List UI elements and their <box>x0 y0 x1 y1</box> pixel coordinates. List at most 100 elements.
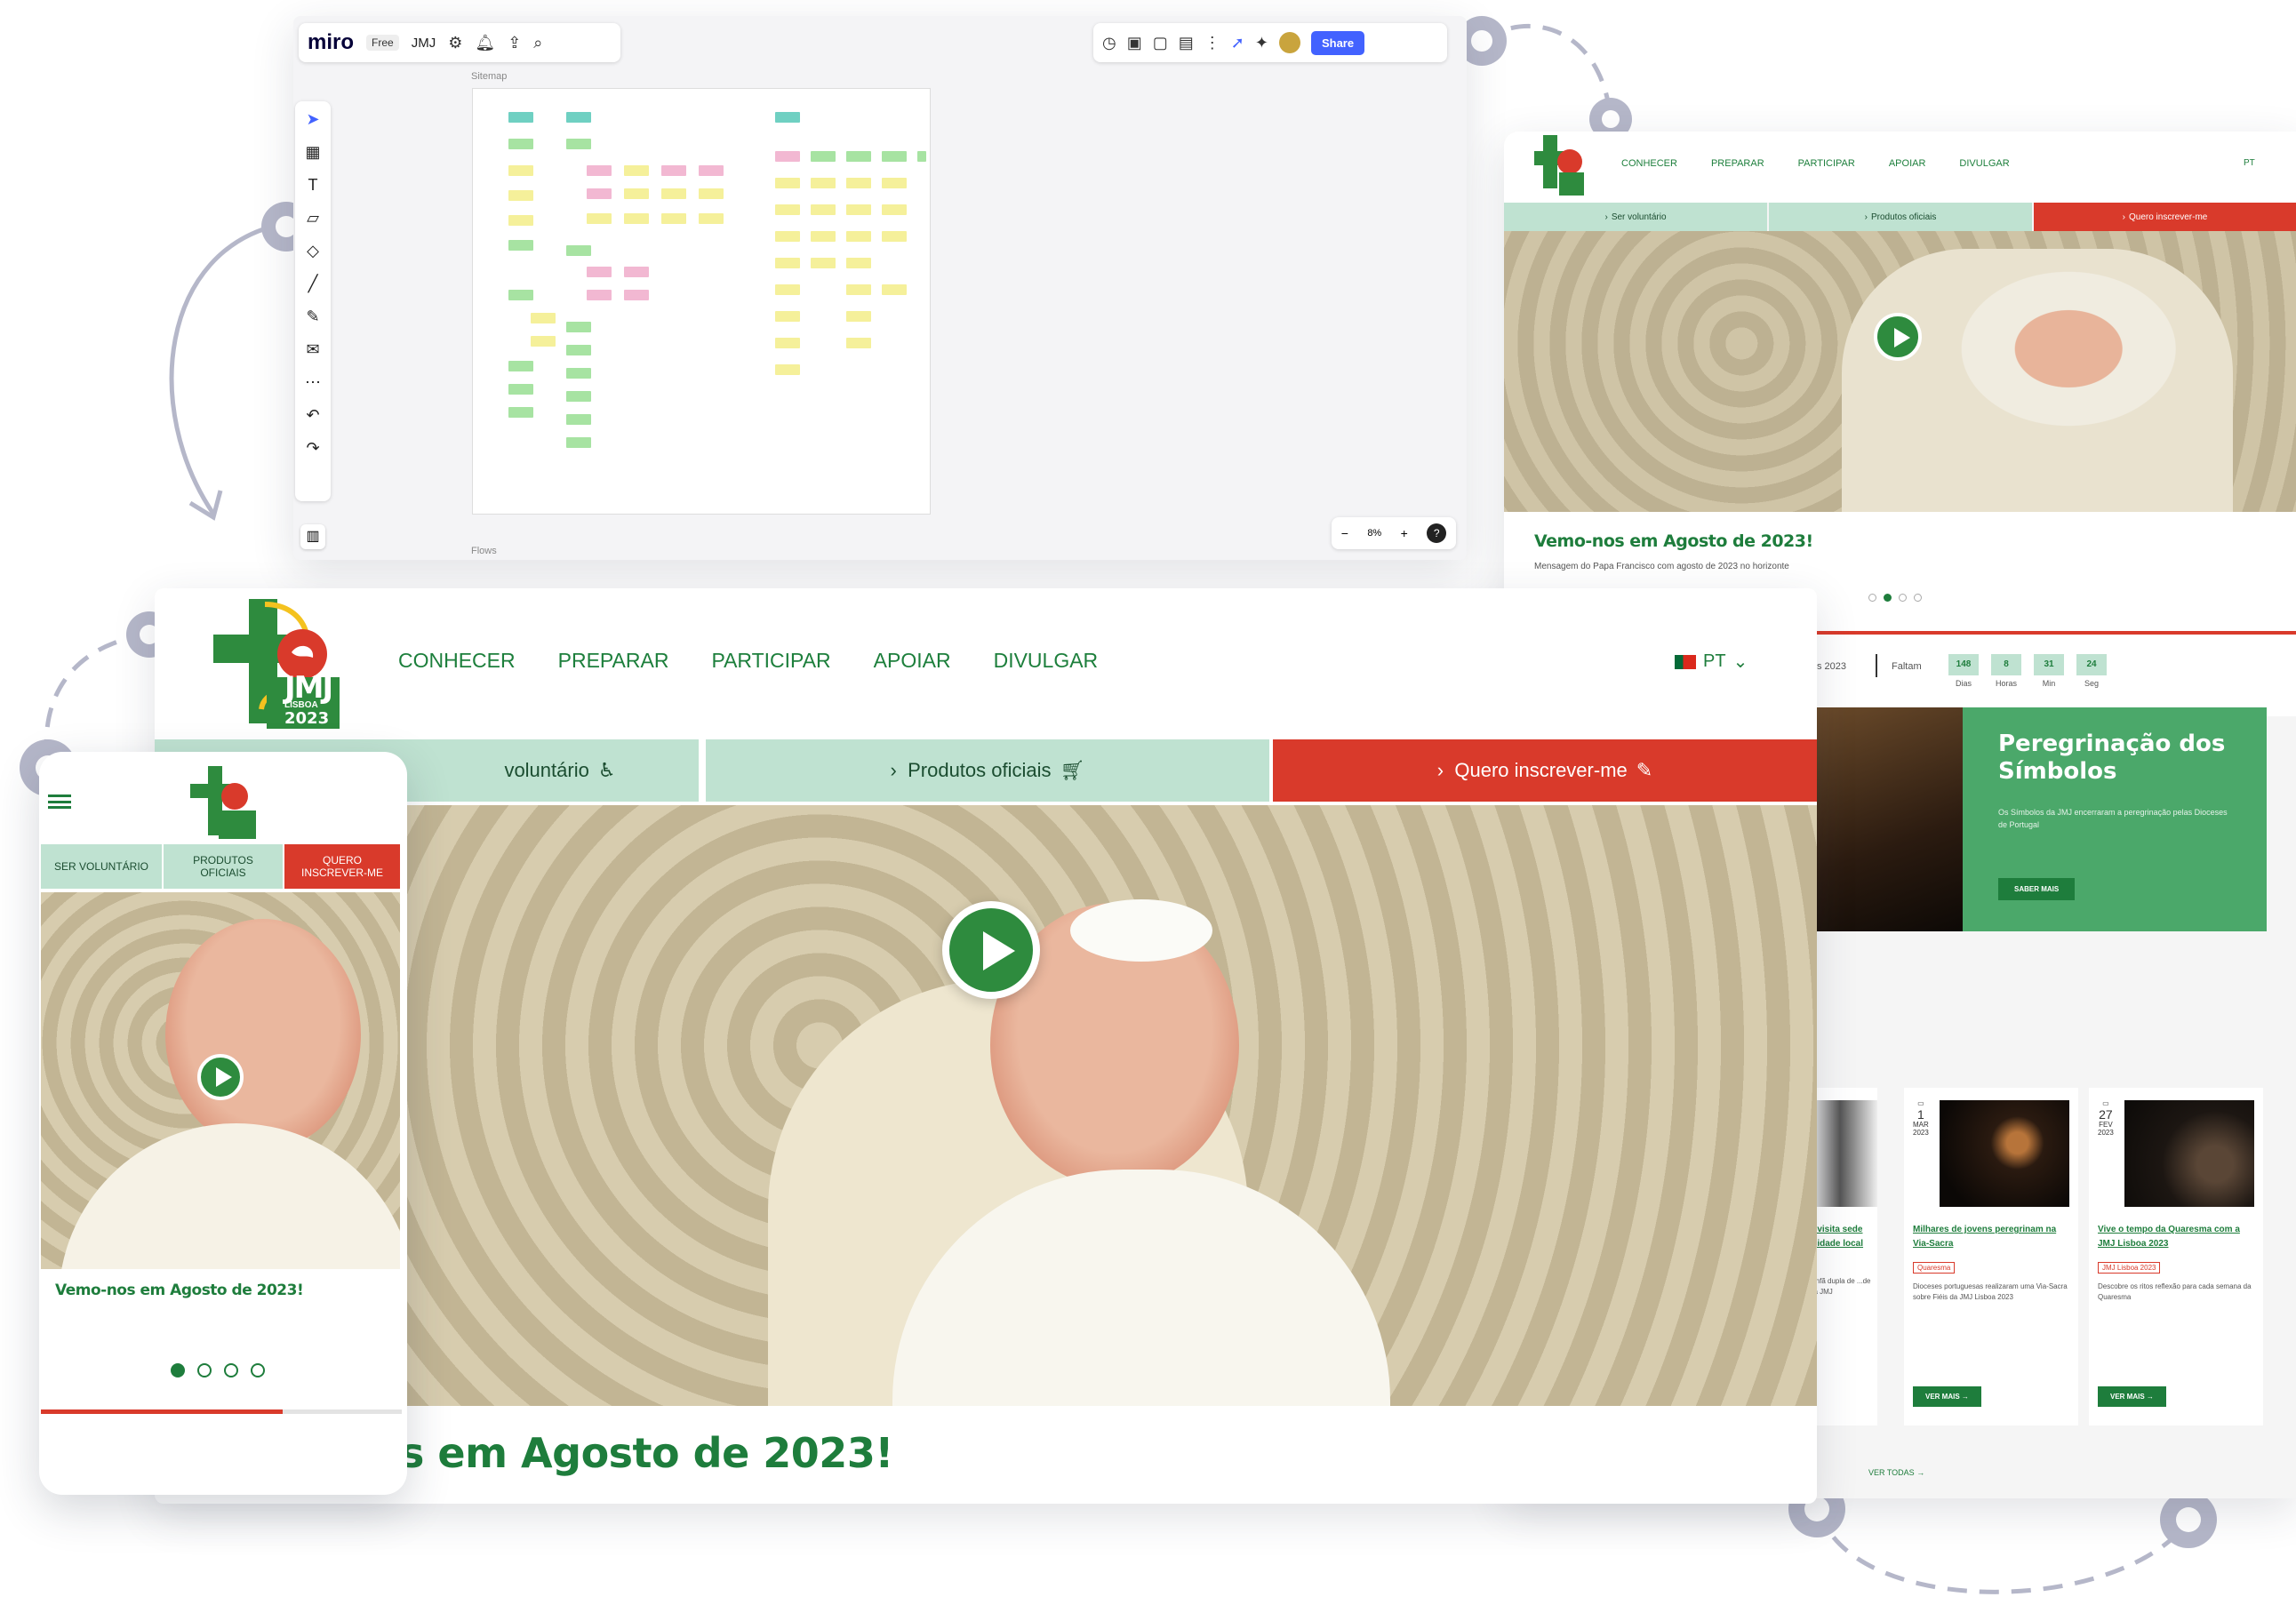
shape-tool-icon[interactable]: ◇ <box>307 242 319 260</box>
hamburger-icon[interactable] <box>48 795 71 809</box>
news-title-2: Milhares de jovens peregrinam na Via-Sac… <box>1913 1225 2057 1249</box>
nav-conhecer[interactable]: CONHECER <box>398 649 516 673</box>
logo-year: 2023 <box>284 709 330 728</box>
frame-label-top: Sitemap <box>471 71 508 82</box>
frame-icon[interactable]: ▣ <box>1127 34 1142 52</box>
back-play-button[interactable] <box>1874 313 1922 361</box>
register-button[interactable]: › Quero inscrever-me <box>2034 203 2296 231</box>
news-tag-3[interactable]: JMJ Lisboa 2023 <box>2098 1262 2161 1274</box>
mobile-register-button[interactable]: QUERO INSCREVER-ME <box>284 844 400 889</box>
pen-tool-icon[interactable]: ✎ <box>306 307 319 326</box>
miro-tool-rail: ➤ ▦ T ▱ ◇ ╱ ✎ ✉ ⋯ ↶ ↷ <box>295 101 331 501</box>
redo-icon[interactable]: ↷ <box>306 439 319 458</box>
news-card-2[interactable]: ▭ 1 MAR 2023 Milhares de jovens peregrinam … <box>1904 1088 2078 1425</box>
register-button[interactable]: › Quero inscrever-me ✎ <box>1273 739 1817 802</box>
nav-apoiar[interactable]: APOIAR <box>1889 158 1926 169</box>
celebrate-icon[interactable]: ✦ <box>1255 34 1268 52</box>
template-tool-icon[interactable]: ▦ <box>305 143 320 162</box>
miro-toolbar-left: miro Free JMJ ⚙ 🔔︎ ⇪ ⌕ <box>299 23 620 62</box>
news-card-3[interactable]: ▭ 27 FEV 2023 Vive o tempo da Quaresma com … <box>2089 1088 2263 1425</box>
miro-logo[interactable]: miro <box>308 30 354 55</box>
back-dot-2[interactable] <box>1884 594 1892 602</box>
bell-icon[interactable]: 🔔︎ <box>475 34 495 52</box>
connector-left <box>44 633 148 767</box>
feature-button[interactable]: SABER MAIS <box>1998 878 2076 900</box>
front-logo[interactable]: JMJ LISBOA 2023 <box>210 595 343 731</box>
nav-conhecer[interactable]: CONHECER <box>1621 158 1677 169</box>
back-logo[interactable] <box>1534 135 1589 199</box>
news-image-2 <box>1940 1100 2069 1207</box>
feature-text: Os Símbolos da JMJ encerraram a peregrin… <box>1998 808 2228 829</box>
mobile-dot-4[interactable] <box>251 1363 265 1377</box>
board-name[interactable]: JMJ <box>412 36 436 51</box>
mobile-dot-2[interactable] <box>197 1363 212 1377</box>
more-icon[interactable]: ⋮ <box>1204 34 1220 52</box>
connector-left-arrow-head <box>188 490 223 521</box>
language-selector[interactable]: PT ⌄ <box>1675 651 1748 673</box>
zoom-in-icon[interactable]: + <box>1401 526 1408 540</box>
edit-icon: ✎ <box>1636 759 1653 781</box>
mobile-dot-3[interactable] <box>224 1363 238 1377</box>
notes-icon[interactable]: ▤ <box>1179 34 1194 52</box>
see-all-link[interactable]: VER TODAS → <box>1868 1468 1924 1477</box>
products-button[interactable]: › Produtos oficiais 🛒︎ <box>706 739 1269 802</box>
mobile-carousel-dots <box>171 1363 265 1377</box>
news-tag-2[interactable]: Quaresma <box>1913 1262 1956 1274</box>
plan-badge[interactable]: Free <box>366 35 399 51</box>
back-hero-video[interactable] <box>1504 231 2296 512</box>
line-tool-icon[interactable]: ╱ <box>308 275 318 293</box>
front-header: JMJ LISBOA 2023 CONHECER PREPARAR PARTIC… <box>155 588 1817 739</box>
search-icon[interactable]: ⌕ <box>533 34 542 52</box>
nav-divulgar[interactable]: DIVULGAR <box>1959 158 2009 169</box>
nav-participar[interactable]: PARTICIPAR <box>711 649 830 673</box>
news-title-3: Vive o tempo da Quaresma com a JMJ Lisbo… <box>2098 1225 2240 1249</box>
news-title-1: ...visita sede ...idade local <box>1815 1225 1864 1249</box>
zoom-out-icon[interactable]: − <box>1341 526 1348 540</box>
portugal-flag-icon <box>1675 654 1696 669</box>
undo-icon[interactable]: ↶ <box>306 406 319 425</box>
back-header: CONHECER PREPARAR PARTICIPAR APOIAR DIVU… <box>1504 132 2296 203</box>
news-image-1 <box>1815 1100 1877 1207</box>
news-card-1[interactable]: ...visita sede ...idade local ...nfã dup… <box>1815 1088 1877 1425</box>
mobile-products-button[interactable]: PRODUTOS OFICIAIS <box>164 844 283 889</box>
share-button[interactable]: Share <box>1310 30 1365 55</box>
mobile-dot-1[interactable] <box>171 1363 185 1377</box>
comment-tool-icon[interactable]: ✉ <box>306 340 319 359</box>
front-nav: CONHECER PREPARAR PARTICIPAR APOIAR DIVU… <box>398 649 1098 673</box>
help-icon[interactable]: ? <box>1427 523 1447 543</box>
mobile-hero-video[interactable] <box>41 892 400 1269</box>
back-dot-1[interactable] <box>1868 594 1876 602</box>
timer-icon[interactable]: ◷ <box>1102 34 1116 52</box>
connector-top-right <box>1480 23 1613 118</box>
panels-icon[interactable]: ▥ <box>300 524 325 549</box>
language-selector[interactable]: PT <box>2244 158 2255 168</box>
settings-icon[interactable]: ⚙ <box>448 34 462 52</box>
mobile-play-button[interactable] <box>197 1054 244 1100</box>
comment-icon[interactable]: ▢ <box>1153 34 1168 52</box>
nav-preparar[interactable]: PREPARAR <box>558 649 669 673</box>
news-excerpt-3: Descobre os ritos reflexão para cada sem… <box>2098 1282 2252 1301</box>
more-tools-icon[interactable]: ⋯ <box>305 373 321 392</box>
feature-image <box>1815 707 1963 931</box>
news-date-3: ▭ 27 FEV 2023 <box>2098 1099 2114 1137</box>
nav-participar[interactable]: PARTICIPAR <box>1798 158 1855 169</box>
volunteer-button[interactable]: › Ser voluntário <box>1504 203 1767 231</box>
play-button[interactable] <box>942 901 1040 999</box>
sitemap-frame[interactable] <box>473 89 930 514</box>
text-tool-icon[interactable]: T <box>308 176 318 195</box>
avatar[interactable] <box>1278 32 1300 53</box>
nav-preparar[interactable]: PREPARAR <box>1711 158 1764 169</box>
back-dot-3[interactable] <box>1899 594 1907 602</box>
upload-icon[interactable]: ⇪ <box>508 34 521 52</box>
news-button-2[interactable]: VER MAIS → <box>1913 1386 1981 1407</box>
nav-divulgar[interactable]: DIVULGAR <box>994 649 1099 673</box>
sticky-tool-icon[interactable]: ▱ <box>307 209 319 228</box>
cursor-icon[interactable]: ➚ <box>1231 34 1244 52</box>
news-button-3[interactable]: VER MAIS → <box>2098 1386 2166 1407</box>
products-button[interactable]: › Produtos oficiais <box>1769 203 2032 231</box>
mobile-volunteer-button[interactable]: SER VOLUNTÁRIO <box>41 844 162 889</box>
mobile-logo[interactable] <box>188 764 258 841</box>
nav-apoiar[interactable]: APOIAR <box>874 649 951 673</box>
back-dot-4[interactable] <box>1914 594 1922 602</box>
select-tool-icon[interactable]: ➤ <box>306 110 319 129</box>
